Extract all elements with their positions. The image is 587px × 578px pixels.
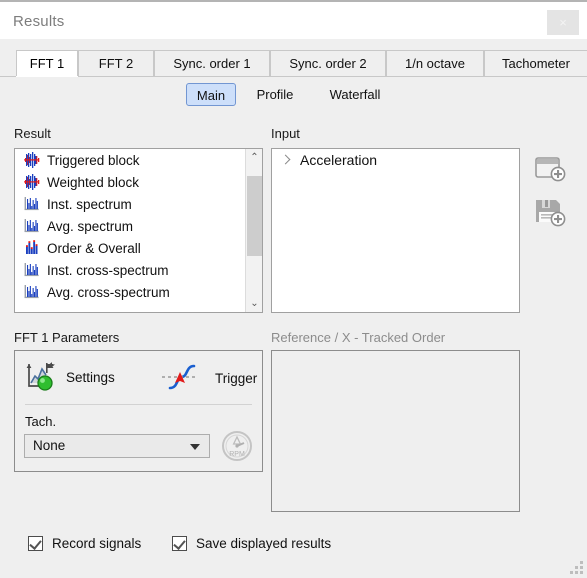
list-item[interactable]: Avg. cross-spectrum	[15, 281, 244, 303]
tab-1-n-octave[interactable]: 1/n octave	[386, 50, 484, 77]
tab-label: 1/n octave	[405, 56, 465, 71]
scroll-down-arrow[interactable]: ⌄	[246, 295, 262, 312]
result-list[interactable]: Triggered block Weighted block Inst. spect…	[15, 149, 244, 312]
tab-underline	[0, 76, 587, 77]
input-section-label: Input	[271, 126, 300, 141]
tab-label: FFT 1	[29, 56, 65, 71]
list-item-label: Order & Overall	[47, 240, 141, 256]
subtab-waterfall[interactable]: Waterfall	[320, 83, 390, 106]
chevron-down-icon	[190, 444, 200, 450]
spectrum-icon	[23, 196, 40, 212]
reference-box[interactable]	[271, 350, 520, 512]
tree-item-label: Acceleration	[300, 152, 378, 168]
list-item-label: Triggered block	[47, 152, 140, 168]
trigger-icon	[158, 363, 206, 394]
settings-label: Settings	[66, 370, 115, 385]
tab-strip: FFT 1 FFT 2 Sync. order 1 Sync. order 2 1/n …	[0, 39, 587, 77]
result-scrollbar[interactable]: ⌃ ⌄	[245, 149, 262, 312]
close-button[interactable]: ×	[547, 10, 579, 35]
input-tree[interactable]: Acceleration	[272, 149, 519, 171]
spectrum-icon	[23, 262, 40, 278]
chevron-right-icon[interactable]	[279, 153, 293, 167]
checkbox-save-displayed-results[interactable]: Save displayed results	[172, 536, 331, 551]
rpm-gauge-icon[interactable]: RPM	[220, 429, 254, 463]
result-listbox[interactable]: Triggered block Weighted block Inst. spect…	[14, 148, 263, 313]
scrollbar-thumb[interactable]	[247, 176, 262, 256]
waveform-block-icon	[23, 152, 40, 168]
subtab-label: Profile	[256, 87, 294, 102]
check-icon	[173, 537, 186, 550]
checkbox-label: Record signals	[52, 536, 142, 551]
list-item-label: Avg. spectrum	[47, 218, 134, 234]
resize-grip[interactable]	[570, 561, 583, 574]
list-item[interactable]: Weighted block	[15, 171, 244, 193]
tab-underline-gap	[16, 76, 78, 77]
list-item-label: Weighted block	[47, 174, 140, 190]
list-item[interactable]: Avg. spectrum	[15, 215, 244, 237]
subtab-main[interactable]: Main	[186, 83, 236, 106]
list-item[interactable]: Inst. spectrum	[15, 193, 244, 215]
checkbox-box[interactable]	[172, 536, 187, 551]
subtab-strip: Main Profile Waterfall	[0, 83, 587, 111]
tab-sync-order-2[interactable]: Sync. order 2	[270, 50, 386, 77]
tab-sync-order-1[interactable]: Sync. order 1	[154, 50, 270, 77]
svg-text:RPM: RPM	[229, 451, 245, 458]
window-titlebar: Results ×	[0, 0, 587, 39]
order-overall-icon	[23, 240, 40, 256]
tab-label: FFT 2	[98, 56, 134, 71]
tree-item[interactable]: Acceleration	[272, 149, 519, 171]
subtab-profile[interactable]: Profile	[248, 83, 302, 106]
list-item-label: Avg. cross-spectrum	[47, 284, 170, 300]
settings-icon	[25, 361, 57, 394]
subtab-label: Main	[196, 88, 226, 103]
checkbox-label: Save displayed results	[196, 536, 332, 551]
checkbox-record-signals[interactable]: Record signals	[28, 536, 141, 551]
reference-section-label: Reference / X - Tracked Order	[271, 330, 446, 345]
tab-label: Sync. order 1	[173, 56, 251, 71]
tab-fft-2[interactable]: FFT 2	[78, 50, 154, 77]
window-title: Results	[13, 13, 65, 30]
trigger-label: Trigger	[215, 371, 258, 386]
tab-label: Tachometer	[502, 56, 570, 71]
parameters-divider	[25, 404, 252, 405]
scroll-up-arrow[interactable]: ⌃	[246, 149, 262, 166]
close-icon: ×	[559, 15, 567, 30]
list-item-label: Inst. spectrum	[47, 196, 132, 212]
tach-selected-value: None	[33, 438, 66, 453]
spectrum-icon	[23, 284, 40, 300]
add-window-icon[interactable]	[533, 153, 567, 187]
tab-fft-1[interactable]: FFT 1	[16, 50, 78, 77]
tab-label: Sync. order 2	[289, 56, 367, 71]
result-section-label: Result	[14, 126, 51, 141]
input-treebox[interactable]: Acceleration	[271, 148, 520, 313]
list-item-label: Inst. cross-spectrum	[47, 262, 169, 278]
waveform-block-icon	[23, 174, 40, 190]
parameters-box: Settings Trigger Tach. None RPM	[14, 350, 263, 472]
checkbox-box[interactable]	[28, 536, 43, 551]
list-item[interactable]: Order & Overall	[15, 237, 244, 259]
list-item[interactable]: Inst. cross-spectrum	[15, 259, 244, 281]
parameters-section-label: FFT 1 Parameters	[14, 330, 120, 345]
subtab-label: Waterfall	[329, 87, 381, 102]
settings-button[interactable]: Settings	[25, 361, 115, 394]
list-item[interactable]: Triggered block	[15, 149, 244, 171]
tach-select[interactable]: None	[24, 434, 210, 458]
check-icon	[29, 537, 42, 550]
spectrum-icon	[23, 218, 40, 234]
tach-label: Tach.	[25, 414, 57, 429]
tab-tachometer[interactable]: Tachometer	[484, 50, 587, 77]
save-add-icon[interactable]	[533, 196, 567, 230]
trigger-button[interactable]: Trigger	[158, 363, 257, 394]
